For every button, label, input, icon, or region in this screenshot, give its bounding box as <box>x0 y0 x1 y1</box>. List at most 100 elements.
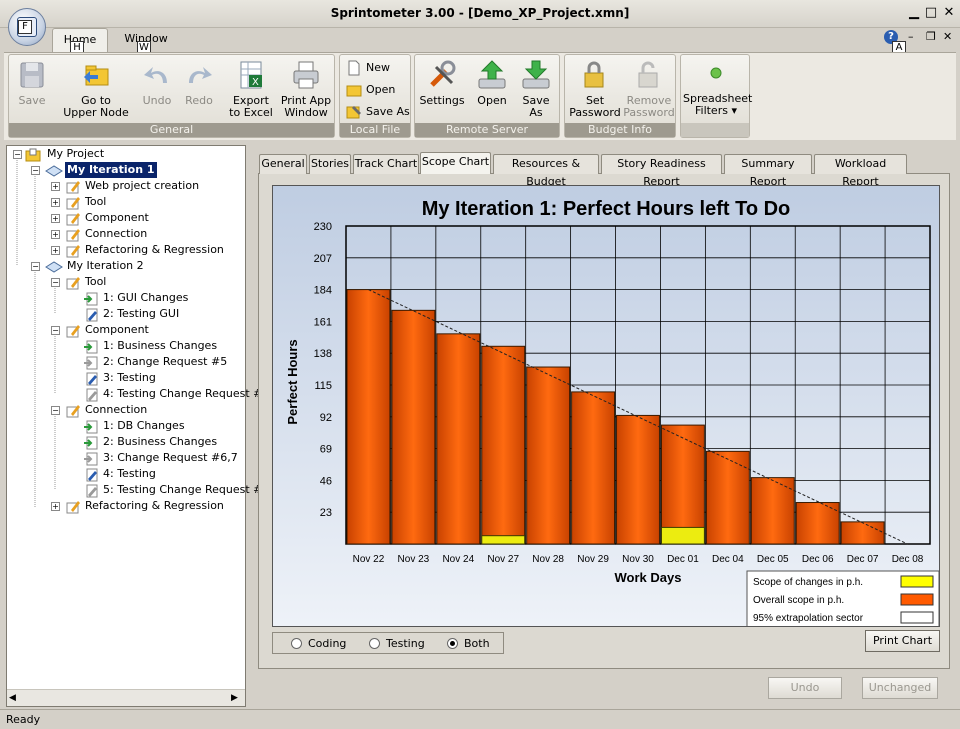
tree-item[interactable]: Connection <box>85 402 147 418</box>
x-tick-label: Dec 08 <box>892 554 924 565</box>
close-button[interactable]: ✕ <box>940 4 958 22</box>
collapse-iteration2-icon[interactable]: − <box>31 262 40 271</box>
tree-task[interactable]: 5: Testing Change Request # <box>103 482 262 498</box>
minimize-button[interactable]: ▁ <box>905 4 923 22</box>
tree-task[interactable]: 3: Testing <box>103 370 156 386</box>
expand-icon[interactable]: + <box>51 502 60 511</box>
x-tick-label: Dec 01 <box>667 554 699 565</box>
tree-iteration-2[interactable]: My Iteration 2 <box>67 258 144 274</box>
collapse-icon[interactable]: − <box>51 406 60 415</box>
undo-button[interactable]: Undo <box>768 677 842 699</box>
tree-task[interactable]: 1: DB Changes <box>103 418 185 434</box>
redo-button[interactable]: Redo <box>179 59 219 107</box>
radio-label: Testing <box>386 637 425 650</box>
expand-icon[interactable]: + <box>51 182 60 191</box>
collapse-project-icon[interactable]: − <box>13 150 22 159</box>
collapse-icon[interactable]: − <box>51 326 60 335</box>
tree-project[interactable]: My Project <box>47 146 104 162</box>
expand-icon[interactable]: + <box>51 198 60 207</box>
undo-ribbon-button[interactable]: Undo <box>137 59 177 107</box>
radio-label: Both <box>464 637 490 650</box>
mdi-close-button[interactable]: ✕ <box>943 30 952 43</box>
tab-track-chart[interactable]: Track Chart <box>353 154 419 174</box>
collapse-iteration1-icon[interactable]: − <box>31 166 40 175</box>
tree-task[interactable]: 1: Business Changes <box>103 338 217 354</box>
tree-horizontal-scrollbar[interactable]: ◀ ▶ <box>7 689 245 706</box>
excel-sheet-icon: X <box>235 59 267 91</box>
bar-overall-scope <box>795 502 840 545</box>
chart-title: My Iteration 1: Perfect Hours left To Do <box>422 198 791 220</box>
tree-iteration-1[interactable]: My Iteration 1 <box>64 161 158 179</box>
tree-task[interactable]: 4: Testing <box>103 466 156 482</box>
expand-icon[interactable]: + <box>51 246 60 255</box>
export-label-2: to Excel <box>229 106 273 119</box>
tree-item[interactable]: Web project creation <box>85 178 199 194</box>
tab-story-readiness-report[interactable]: Story Readiness Report <box>601 154 722 188</box>
mdi-minimize-button[interactable]: – <box>908 30 914 43</box>
save-as-icon <box>346 104 362 120</box>
tab-stories[interactable]: Stories <box>309 154 351 174</box>
go-to-upper-node-button[interactable]: Go to Upper Node <box>59 59 133 119</box>
tree-item[interactable]: Component <box>85 210 149 226</box>
scroll-right-icon[interactable]: ▶ <box>231 693 238 703</box>
save-button[interactable]: Save <box>13 59 51 107</box>
tree-item[interactable]: Tool <box>85 194 106 210</box>
export-to-excel-button[interactable]: X Export to Excel <box>225 59 277 119</box>
remove-password-button[interactable]: Remove Password <box>621 59 677 119</box>
save-as-file-button[interactable]: Save As <box>344 102 410 122</box>
set-password-label-2: Password <box>569 106 621 119</box>
print-app-window-button[interactable]: Print App Window <box>279 59 333 119</box>
tab-summary-report[interactable]: Summary Report <box>724 154 812 188</box>
scroll-left-icon[interactable]: ◀ <box>9 693 16 703</box>
collapse-icon[interactable]: − <box>51 278 60 287</box>
radio-coding[interactable]: Coding <box>291 637 346 650</box>
remote-save-as-button[interactable]: Save As <box>515 59 557 119</box>
tree-item[interactable]: Connection <box>85 226 147 242</box>
open-folder-icon <box>346 82 362 98</box>
settings-button[interactable]: Settings <box>419 59 465 107</box>
tree-item[interactable]: Tool <box>85 274 106 290</box>
undo-label: Undo <box>142 94 172 107</box>
spreadsheet-filters-button[interactable]: Spreadsheet Filters ▾ <box>683 59 752 117</box>
task-pencil-icon <box>83 308 99 322</box>
window-title: Sprintometer 3.00 - [Demo_XP_Project.xmn… <box>330 6 630 20</box>
y-tick-label: 92 <box>320 412 332 424</box>
story-pencil-icon <box>65 324 81 338</box>
y-tick-label: 184 <box>314 285 332 297</box>
tree-item[interactable]: Refactoring & Regression <box>85 498 224 514</box>
remove-password-label-2: Password <box>623 106 675 119</box>
expand-icon[interactable]: + <box>51 214 60 223</box>
tab-workload-report[interactable]: Workload Report <box>814 154 907 188</box>
open-file-button[interactable]: Open <box>344 80 395 100</box>
tree-task[interactable]: 3: Change Request #6,7 <box>103 450 238 466</box>
set-password-button[interactable]: Set Password <box>567 59 623 119</box>
print-chart-button[interactable]: Print Chart <box>865 630 940 652</box>
maximize-button[interactable]: □ <box>922 4 940 22</box>
x-tick-label: Dec 06 <box>802 554 834 565</box>
radio-both[interactable]: Both <box>447 637 490 650</box>
tree-task[interactable]: 2: Testing GUI <box>103 306 179 322</box>
remote-open-button[interactable]: Open <box>471 59 513 107</box>
tree-task[interactable]: 2: Change Request #5 <box>103 354 227 370</box>
tree-item[interactable]: Refactoring & Regression <box>85 242 224 258</box>
bar-overall-scope <box>481 345 526 545</box>
bar-overall-scope <box>391 309 436 545</box>
tree-task[interactable]: 4: Testing Change Request # <box>103 386 262 402</box>
tree-task[interactable]: 2: Business Changes <box>103 434 217 450</box>
x-tick-label: Nov 27 <box>487 554 519 565</box>
tab-general[interactable]: General <box>259 154 307 174</box>
task-arrow-icon <box>83 340 99 354</box>
project-tree[interactable]: − My Project − My Iteration 1 + Web proj… <box>6 145 262 707</box>
expand-icon[interactable]: + <box>51 230 60 239</box>
tab-resources-budget[interactable]: Resources & Budget <box>493 154 599 188</box>
tree-task[interactable]: 1: GUI Changes <box>103 290 188 306</box>
new-file-button[interactable]: New <box>344 58 390 78</box>
tree-item[interactable]: Component <box>85 322 149 338</box>
x-tick-label: Nov 23 <box>398 554 430 565</box>
legend-swatch <box>900 575 934 588</box>
mdi-restore-button[interactable]: ❐ <box>926 30 936 43</box>
radio-testing[interactable]: Testing <box>369 637 425 650</box>
task-arrow-icon <box>83 420 99 434</box>
tab-scope-chart[interactable]: Scope Chart <box>420 152 491 174</box>
unchanged-button[interactable]: Unchanged <box>862 677 938 699</box>
